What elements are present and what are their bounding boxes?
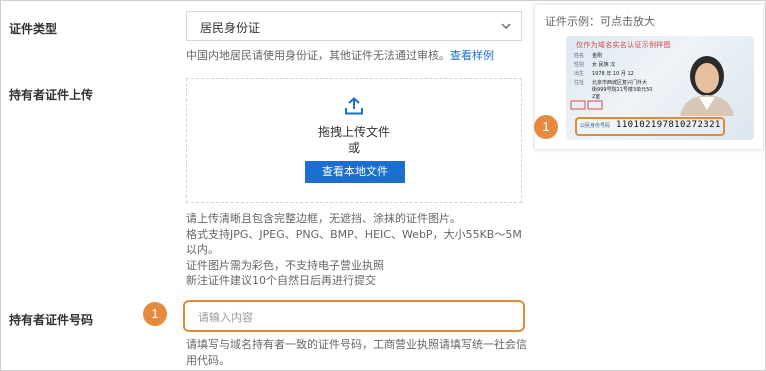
- id-field-value: 女 民族 汉: [592, 62, 616, 68]
- id-number-value: 110102197810272321: [616, 120, 721, 130]
- id-field-value: 1978 年 10 月 12: [592, 71, 634, 77]
- id-field-value: 金刚: [592, 53, 603, 59]
- upload-drag-text: 拖拽上传文件: [317, 125, 390, 139]
- browse-local-files-button[interactable]: 查看本地文件: [305, 161, 405, 183]
- cert-number-field[interactable]: [183, 300, 525, 332]
- upload-note: 证件图片需为彩色，不支持电子营业执照: [186, 258, 384, 272]
- id-field-value: 街999号院11号楼3单元50: [592, 87, 653, 93]
- upload-label: 持有者证件上传: [9, 88, 94, 102]
- step-badge-right: 1: [534, 115, 558, 139]
- portrait-photo-icon: [680, 56, 734, 116]
- cert-number-hint: 用代码。: [186, 353, 230, 367]
- step-badge-left: 1: [143, 302, 167, 326]
- id-field-key: 出生: [574, 71, 585, 77]
- id-field-key: 姓名: [574, 53, 585, 59]
- upload-note: 以内。: [186, 243, 219, 256]
- chevron-down-icon: [501, 23, 511, 29]
- view-sample-link[interactable]: 查看样例: [450, 49, 494, 62]
- cert-number-hints: 请填写与域名持有者一致的证件号码，工商营业执照请填写统一社会信 用代码。: [186, 337, 527, 368]
- cert-type-select[interactable]: 居民身份证: [186, 11, 522, 41]
- cert-type-label: 证件类型: [9, 22, 58, 36]
- cert-number-hint: 请填写与域名持有者一致的证件号码，工商营业执照请填写统一社会信: [186, 338, 527, 351]
- id-field-key: 性别: [574, 62, 585, 68]
- cert-number-input[interactable]: [198, 308, 508, 326]
- upload-icon: [345, 97, 363, 115]
- cert-type-hint: 中国内地居民请使用身份证，其他证件无法通过审核。查看样例: [186, 48, 494, 64]
- id-field-value: 2室: [592, 94, 601, 100]
- cert-type-hint-text: 中国内地居民请使用身份证，其他证件无法通过审核。: [186, 49, 450, 62]
- id-field-key: 住址: [574, 80, 585, 86]
- id-field-value: 北京市西城区复兴门外大: [592, 80, 648, 86]
- seal-stamp-icon: [570, 100, 603, 110]
- upload-note: 格式支持JPG、JPEG、PNG、BMP、HEIC、WebP，大小55KB～5M: [186, 227, 522, 241]
- upload-dropzone[interactable]: 拖拽上传文件 或 查看本地文件: [186, 78, 522, 203]
- upload-or-text: 或: [347, 141, 360, 155]
- id-card-watermark-title: 仅作为域名实名认证示例样图: [576, 41, 671, 49]
- upload-note: 新注证件建议10个自然日后再进行提交: [186, 274, 376, 287]
- upload-notes: 请上传清晰且包含完整边框，无遮挡、涂抹的证件图片。 格式支持JPG、JPEG、P…: [186, 211, 522, 289]
- cert-number-label: 持有者证件号码: [9, 313, 94, 327]
- upload-note: 请上传清晰且包含完整边框，无遮挡、涂抹的证件图片。: [186, 212, 461, 225]
- cert-type-selected: 居民身份证: [200, 21, 261, 35]
- sample-id-number-highlight: 公民身份号码 110102197810272321: [575, 117, 725, 136]
- id-number-key: 公民身份号码: [580, 123, 611, 129]
- sample-title: 证件示例：可点击放大: [545, 15, 655, 28]
